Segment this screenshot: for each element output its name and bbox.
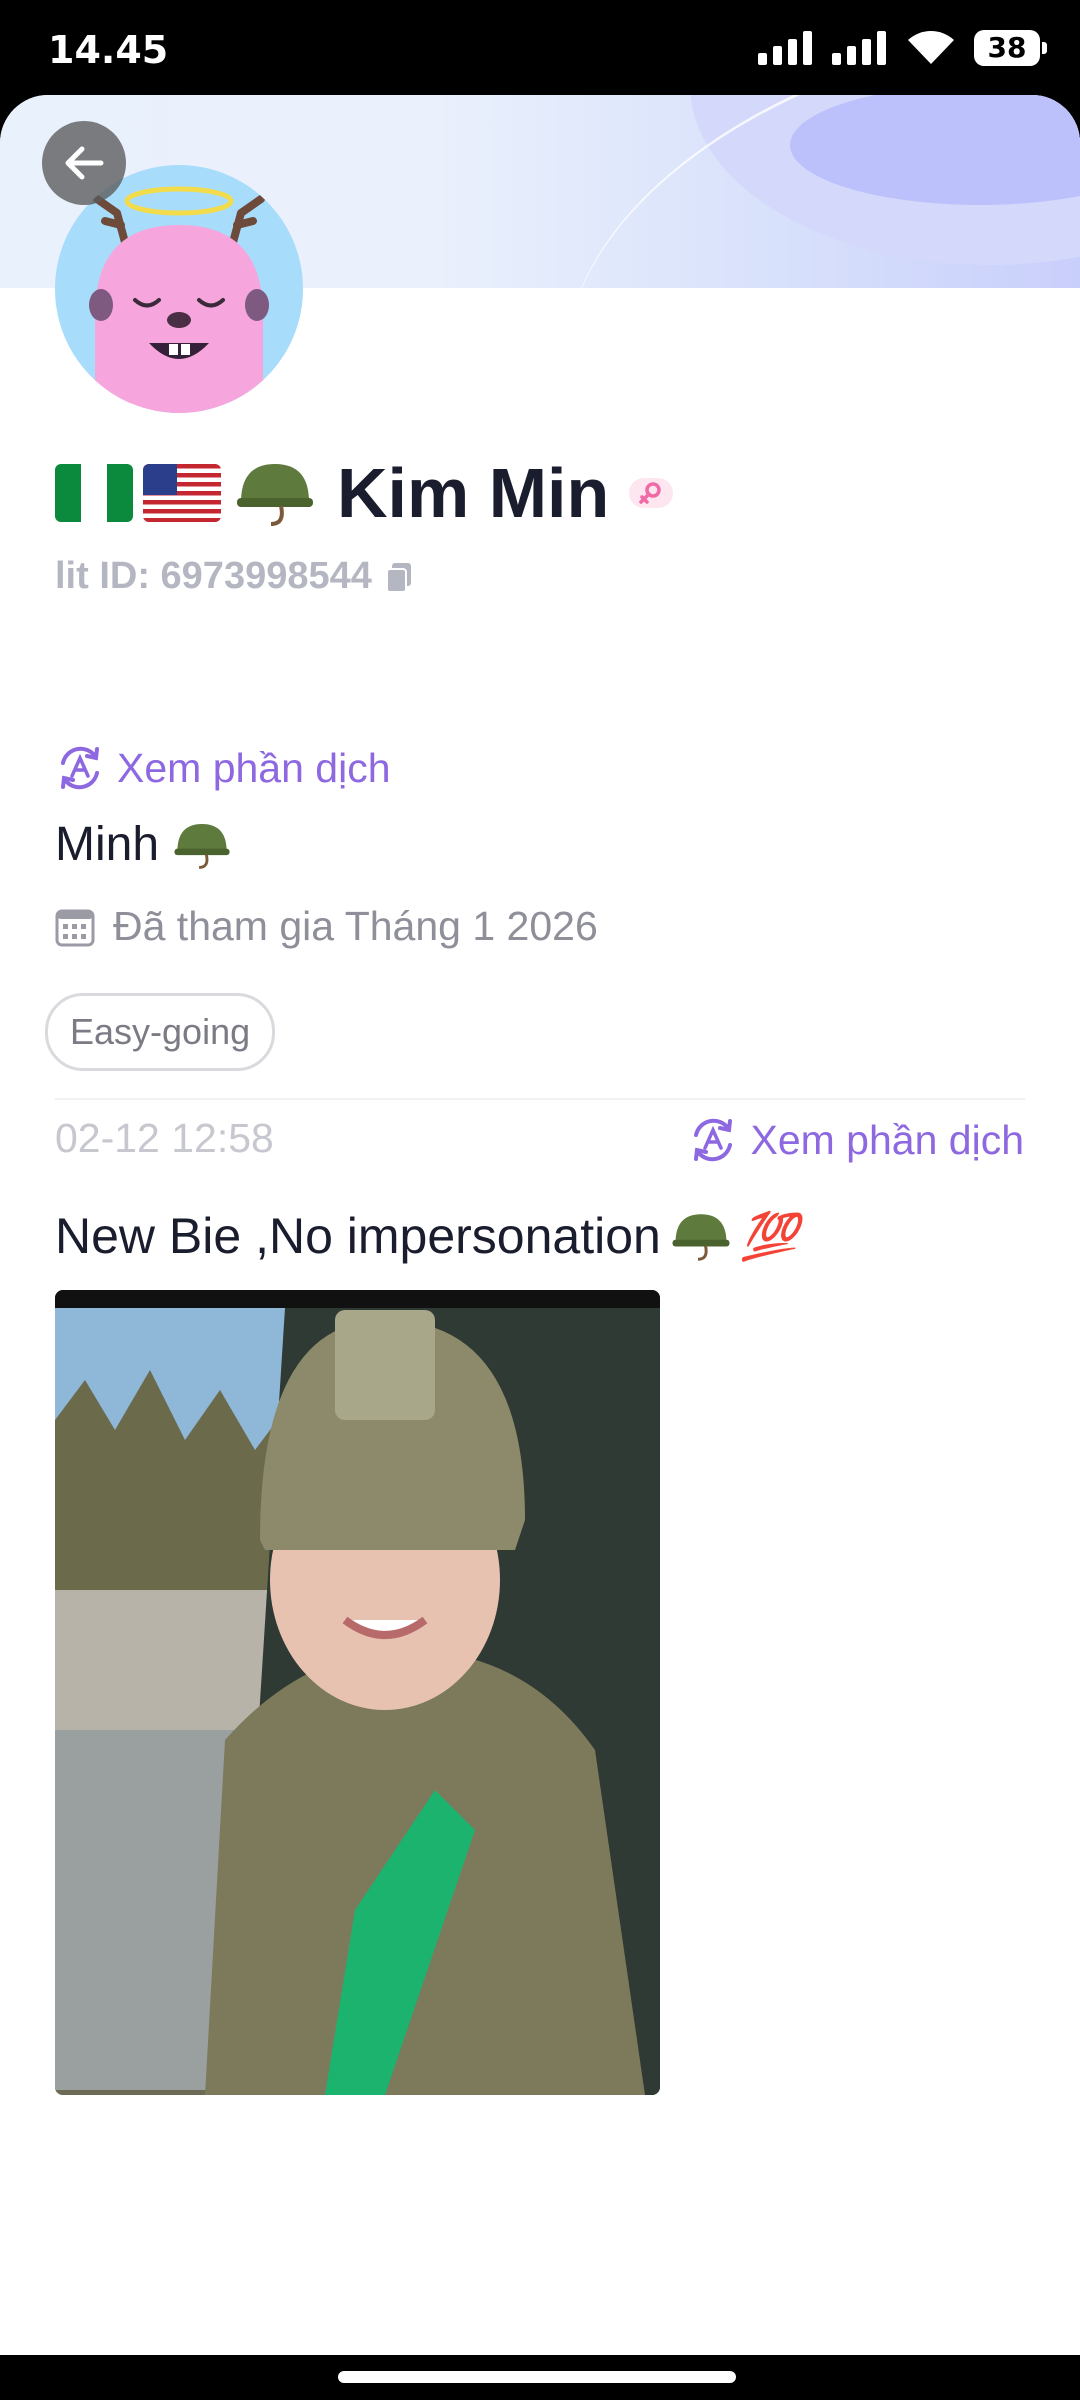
bio-translate-link[interactable]: Xem phần dịch [55, 743, 391, 793]
status-bar: 14.45 38 [0, 0, 1080, 95]
post-text: New Bie ,No impersonation 💯 [55, 1207, 798, 1265]
signal-2-icon [832, 31, 886, 65]
helmet-icon [672, 1214, 730, 1261]
translate-label: Xem phần dịch [117, 744, 391, 791]
post-translate-link[interactable]: Xem phần dịch [688, 1115, 1024, 1165]
translate-icon [694, 1118, 733, 1162]
profile-sheet: Kim Min lit ID: 6973998544 Xem phần dịch… [0, 95, 1080, 2355]
nigeria-flag-icon [55, 464, 133, 522]
lit-id-text: lit ID: 6973998544 [55, 555, 372, 597]
battery-icon: 38 [974, 30, 1047, 66]
wifi-icon [908, 31, 954, 64]
signal-icon [758, 31, 812, 65]
divider [55, 1098, 1025, 1100]
back-button[interactable] [42, 121, 126, 205]
profile-name: Kim Min [337, 454, 610, 532]
status-icons: 38 [758, 30, 1047, 66]
translate-label: Xem phần dịch [750, 1116, 1024, 1163]
translate-icon [61, 746, 99, 790]
post-image[interactable] [55, 1290, 660, 2095]
usa-flag-icon [143, 464, 221, 522]
bio: Minh [55, 817, 231, 872]
post-timestamp: 02-12 12:58 [55, 1115, 274, 1161]
navigation-bar [0, 2355, 1080, 2400]
join-date: Đã tham gia Tháng 1 2026 [55, 903, 598, 950]
hundred-points-icon: 💯 [740, 1209, 799, 1262]
post-text-content: New Bie ,No impersonation [55, 1208, 661, 1264]
home-indicator[interactable] [338, 2371, 736, 2383]
helmet-icon [174, 823, 230, 869]
profile-name-row: Kim Min [55, 453, 674, 533]
lit-id: lit ID: 6973998544 [55, 555, 414, 598]
personality-tag[interactable]: Easy-going [45, 993, 276, 1071]
bio-text: Minh [55, 818, 160, 871]
status-time: 14.45 [48, 28, 169, 72]
female-icon [629, 478, 674, 508]
helmet-icon [237, 464, 313, 526]
copy-icon[interactable] [384, 561, 414, 593]
back-arrow-icon [65, 146, 104, 180]
join-date-text: Đã tham gia Tháng 1 2026 [113, 903, 598, 949]
calendar-icon [55, 909, 95, 946]
